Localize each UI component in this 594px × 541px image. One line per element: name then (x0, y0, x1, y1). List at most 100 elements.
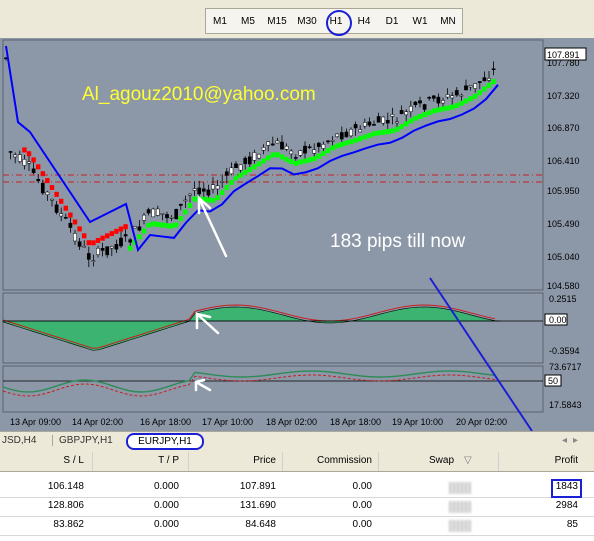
tab-eurjpy-h1[interactable]: EURJPY,H1 (126, 433, 204, 450)
col-header-commission[interactable]: Commission (317, 455, 372, 466)
ma-mark (316, 153, 321, 159)
ma-mark (146, 222, 151, 228)
ma-mark (454, 103, 459, 109)
ma-mark (275, 152, 280, 158)
cell-commission: 0.00 (352, 500, 372, 511)
h1-highlight-circle (326, 10, 352, 36)
tf-m1-button[interactable]: M1 (206, 9, 234, 33)
ma-mark (408, 118, 413, 124)
candle-body (63, 217, 68, 219)
chart-window[interactable]: 107.891 107.780 107.320 106.870 106.410 … (0, 38, 594, 432)
price-label: 106.870 (547, 123, 580, 133)
candle-body (445, 94, 450, 98)
candle-body (275, 140, 280, 144)
ma-mark (399, 124, 404, 130)
candle-body (86, 253, 91, 260)
candle-body (252, 152, 257, 161)
ma-mark (155, 221, 160, 227)
ma-mark (183, 209, 188, 215)
tab-scroll-arrows-icon[interactable]: ◂▸ (562, 435, 584, 446)
ma-mark (404, 121, 409, 127)
ma-mark (82, 233, 87, 239)
candle-body (349, 129, 353, 137)
price-label: 104.580 (547, 281, 580, 291)
tab-gbpjpy-h1[interactable]: GBPJPY,H1 (52, 435, 113, 446)
ma-mark (279, 154, 285, 160)
tf-h4-button[interactable]: H4 (350, 9, 378, 33)
price-chart[interactable]: 107.891 107.780 107.320 106.870 106.410 … (0, 38, 594, 432)
candle-body (390, 114, 395, 117)
ma-mark (335, 143, 340, 149)
candle-body (280, 141, 284, 150)
ma-mark (247, 167, 252, 173)
ma-mark (477, 90, 482, 96)
candle-body (40, 182, 45, 194)
trade-table: S / L T / P Price Commission Swap ▽ Prof… (0, 452, 594, 541)
tf-m15-button[interactable]: M15 (262, 9, 292, 33)
col-header-price[interactable]: Price (253, 455, 276, 466)
ma-mark (100, 235, 105, 241)
candle-body (243, 157, 248, 165)
ma-mark (77, 226, 82, 232)
candle-body (178, 203, 183, 206)
candle-body (17, 154, 22, 162)
candle-body (257, 153, 261, 159)
col-header-sl[interactable]: S / L (63, 455, 84, 466)
cell-tp: 0.000 (153, 519, 179, 530)
indicator1-label: 0.00 (549, 315, 567, 325)
ma-mark (427, 110, 432, 116)
white-arrows (194, 195, 228, 392)
candle-body (50, 198, 54, 201)
cell-commission: 0.00 (352, 481, 372, 492)
ma-mark (473, 93, 478, 99)
col-header-profit[interactable]: Profit (555, 455, 578, 466)
cell-sl: 83.862 (53, 519, 84, 530)
candle-body (238, 164, 243, 171)
ma-mark (325, 148, 331, 154)
tf-w1-button[interactable]: W1 (406, 9, 434, 33)
ma-mark (482, 86, 487, 92)
tab-jsd-h4[interactable]: JSD,H4 (2, 435, 36, 446)
time-label: 19 Apr 10:00 (392, 417, 443, 427)
col-header-tp[interactable]: T / P (158, 455, 179, 466)
col-header-swap[interactable]: Swap (429, 455, 454, 466)
candle-body (385, 120, 390, 124)
ma-mark (169, 223, 174, 229)
candle-body (229, 167, 234, 175)
candle-body (128, 239, 133, 243)
indicator2-frame (2, 365, 544, 413)
candle-body (293, 157, 298, 159)
candle-body (330, 140, 335, 142)
swap-blurred (449, 482, 471, 494)
table-row[interactable]: 83.862 0.000 84.648 0.00 85 (0, 516, 594, 536)
candle-body (298, 150, 303, 156)
ma-mark (293, 160, 298, 166)
candle-body (155, 208, 160, 216)
candle-body (312, 149, 317, 154)
ma-mark (118, 226, 124, 232)
ma-mark (302, 158, 308, 164)
candle-body (220, 181, 225, 183)
ma-mark (321, 150, 326, 156)
candle-body (335, 133, 340, 137)
time-axis: 13 Apr 09:00 14 Apr 02:00 16 Apr 18:00 1… (10, 417, 507, 427)
tf-m5-button[interactable]: M5 (234, 9, 262, 33)
ma-mark (59, 198, 64, 204)
table-row[interactable]: 106.148 0.000 107.891 0.00 1843 (0, 478, 594, 498)
ma-mark (312, 156, 317, 162)
candle-body (316, 142, 321, 147)
table-row[interactable]: 128.806 0.000 131.690 0.00 2984 (0, 497, 594, 517)
ma-mark (344, 140, 349, 146)
tf-d1-button[interactable]: D1 (378, 9, 406, 33)
ma-mark (192, 196, 197, 202)
candle-body (27, 161, 31, 164)
ma-mark (339, 141, 344, 147)
ma-mark (54, 191, 59, 197)
sort-icon[interactable]: ▽ (464, 455, 472, 466)
tf-mn-button[interactable]: MN (434, 9, 462, 33)
ma-mark (178, 215, 183, 221)
candle-body (303, 145, 307, 154)
tf-m30-button[interactable]: M30 (292, 9, 322, 33)
candle-body (188, 193, 192, 196)
candle-body (234, 163, 238, 168)
